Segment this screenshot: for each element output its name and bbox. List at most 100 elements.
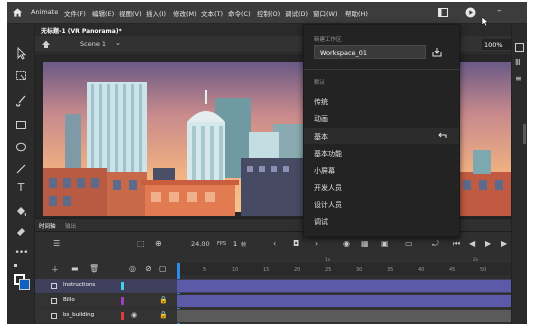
layer-color-tag: [121, 312, 124, 320]
frame-ruler[interactable]: 5 10 15 20 25 30 35 40 45 50 1s 2s: [177, 258, 511, 324]
step-forward-icon[interactable]: ▶: [501, 239, 507, 248]
visibility-icon[interactable]: ◉: [131, 311, 137, 319]
save-workspace-icon[interactable]: [432, 47, 442, 57]
layer-row-building[interactable]: bs_building ◉ 🔒: [35, 309, 511, 323]
frame-track[interactable]: [177, 310, 511, 322]
outline-all-icon[interactable]: ▢: [159, 264, 167, 273]
free-transform-tool-icon[interactable]: [14, 68, 28, 82]
current-frame-value[interactable]: 1: [233, 240, 237, 248]
insert-keyframe-icon[interactable]: ◘: [293, 239, 299, 248]
step-back-icon[interactable]: ◀: [469, 239, 475, 248]
line-tool-icon[interactable]: [14, 162, 28, 176]
layer-row-billo[interactable]: Billo 🔒: [35, 294, 511, 308]
menu-edit[interactable]: 编辑(E): [92, 8, 114, 18]
document-tab[interactable]: 无标题-1 (VR Panorama)*: [41, 26, 122, 35]
fps-value[interactable]: 24.00: [191, 240, 210, 248]
panel-layout-icon[interactable]: [438, 8, 448, 17]
output-tab[interactable]: 输出: [65, 222, 76, 230]
menu-text[interactable]: 文本(T): [201, 8, 223, 18]
prev-keyframe-icon[interactable]: ‹: [273, 239, 276, 248]
delete-layer-icon[interactable]: 🗑: [89, 264, 99, 273]
selection-tool-icon[interactable]: [14, 46, 28, 60]
oval-tool-icon[interactable]: [14, 140, 28, 154]
rectangle-tool-icon[interactable]: [14, 118, 28, 132]
new-layer-icon[interactable]: ＋: [51, 264, 59, 275]
tween-icon[interactable]: ▭: [405, 239, 413, 248]
layer-name[interactable]: Billo: [63, 297, 75, 303]
align-panel-icon[interactable]: ≡: [515, 74, 522, 83]
workspace-item-basic[interactable]: 基本功能: [314, 149, 342, 159]
camera-icon[interactable]: ⬚: [137, 239, 145, 248]
onion-skin-icon[interactable]: ◉: [343, 239, 350, 248]
play-icon[interactable]: ▶: [485, 239, 491, 248]
layer-stack-icon[interactable]: ☰: [53, 239, 60, 248]
workspace-name-input[interactable]: Workspace_01: [314, 45, 426, 59]
lock-icon[interactable]: 🔒: [159, 296, 168, 304]
ruler-tick: 40: [418, 267, 425, 273]
layer-row-instructions[interactable]: Instructions: [35, 279, 511, 293]
edit-multiple-icon[interactable]: ▣: [381, 239, 389, 248]
menu-window[interactable]: 窗口(W): [313, 8, 338, 18]
default-section-label: 默认: [314, 80, 326, 86]
workspace-menu: 新建工作区 Workspace_01 默认 传统 动画 基本 基本功能 小屏幕 …: [303, 24, 461, 237]
workspace-name-value: Workspace_01: [320, 49, 368, 57]
menu-file[interactable]: 文件(F): [64, 8, 86, 18]
workspace-item-animator[interactable]: 动画: [314, 114, 328, 124]
ruler-tick: 50: [480, 267, 487, 273]
onion-outline-icon[interactable]: ▦: [361, 239, 369, 248]
ruler-second-mark: 1s: [325, 258, 331, 263]
go-to-first-icon[interactable]: ⏮: [453, 239, 460, 249]
menu-insert[interactable]: 插入(I): [146, 8, 166, 18]
new-folder-icon[interactable]: ▬: [71, 264, 79, 273]
fps-unit: FPS: [217, 241, 227, 247]
show-all-icon[interactable]: ◎: [129, 264, 136, 273]
panel-scrollbar[interactable]: [523, 124, 526, 144]
workspace-item-designer[interactable]: 设计人员: [314, 200, 342, 210]
ruler-tick: 45: [449, 267, 456, 273]
workspace-item-small-screen[interactable]: 小屏幕: [314, 166, 335, 176]
frame-track[interactable]: [177, 295, 511, 307]
new-workspace-label: 新建工作区: [314, 37, 342, 43]
home-icon[interactable]: [12, 7, 23, 18]
minimize-icon[interactable]: –: [497, 6, 502, 16]
menu-debug[interactable]: 调试(D): [285, 8, 308, 18]
next-keyframe-icon[interactable]: ›: [315, 239, 318, 248]
test-movie-icon[interactable]: [465, 7, 476, 18]
chevron-down-icon[interactable]: ⌄: [115, 39, 121, 47]
ruler-tick: 20: [294, 267, 301, 273]
scene-label[interactable]: Scene 1: [80, 40, 106, 48]
mouse-cursor-icon: [481, 16, 489, 27]
menu-commands[interactable]: 命令(C): [228, 8, 251, 18]
right-panel-strip: Ⅲ ≡: [511, 24, 527, 324]
animate-window: Animate 文件(F) 编辑(E) 视图(V) 插入(I) 修改(M) 文本…: [7, 2, 527, 324]
text-tool-icon[interactable]: T: [14, 181, 28, 195]
parenting-icon[interactable]: ⊕: [155, 239, 162, 248]
more-tools-icon[interactable]: •••: [14, 246, 29, 260]
workspace-item-classic[interactable]: 传统: [314, 97, 328, 107]
menu-modify[interactable]: 修改(M): [173, 8, 197, 18]
lock-all-icon[interactable]: ⊘: [145, 264, 152, 273]
menu-view[interactable]: 视图(V): [119, 8, 142, 18]
ruler-tick: 15: [263, 267, 270, 273]
workspace-item-developer[interactable]: 开发人员: [314, 183, 342, 193]
ruler-tick: 10: [232, 267, 239, 273]
reset-workspace-icon[interactable]: [438, 131, 448, 140]
back-arrow-icon[interactable]: [41, 39, 51, 49]
properties-panel-icon[interactable]: [515, 43, 524, 52]
brush-tool-icon[interactable]: [14, 94, 28, 108]
timeline-tab[interactable]: 时间轴: [39, 222, 56, 230]
layer-name[interactable]: Instructions: [63, 282, 95, 288]
workspace-item-essentials[interactable]: 基本: [314, 132, 328, 142]
library-panel-icon[interactable]: Ⅲ: [515, 58, 521, 67]
frame-track[interactable]: [177, 280, 511, 292]
workspace-item-debug[interactable]: 调试: [314, 217, 328, 227]
menu-help[interactable]: 帮助(H): [345, 8, 368, 18]
fill-color-swatch[interactable]: [19, 279, 30, 290]
layer-name[interactable]: bs_building: [63, 312, 94, 318]
loop-icon[interactable]: ⤾: [432, 239, 439, 249]
ruler-second-mark: 2s: [473, 258, 479, 263]
menu-control[interactable]: 控制(O): [257, 8, 280, 18]
lock-icon[interactable]: 🔒: [159, 311, 168, 319]
eraser-tool-icon[interactable]: [14, 224, 28, 238]
paint-bucket-tool-icon[interactable]: [14, 204, 28, 218]
